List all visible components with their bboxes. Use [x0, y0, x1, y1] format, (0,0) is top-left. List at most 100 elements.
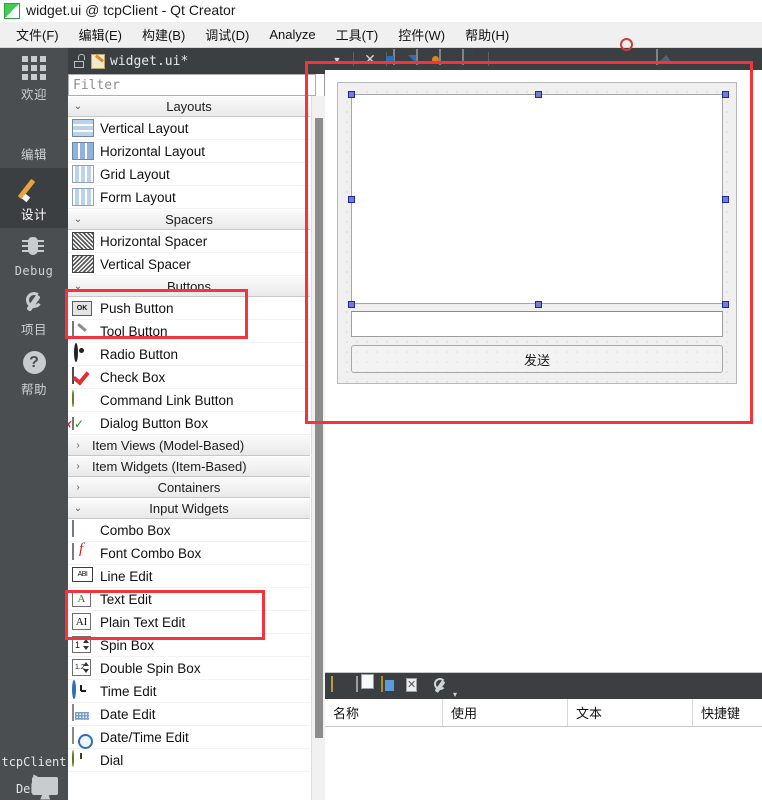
selection-handle-top-left[interactable]	[348, 91, 355, 98]
widget-item-dial[interactable]: Dial	[68, 749, 310, 772]
widget-item-date-time-edit[interactable]: Date/Time Edit	[68, 726, 310, 749]
edit-widgets-icon[interactable]	[393, 49, 413, 68]
form-send-button[interactable]: 发送	[351, 345, 723, 373]
adjust-size-icon[interactable]	[656, 49, 676, 68]
layout-grid-icon[interactable]	[610, 50, 630, 68]
sidebar-item-projects[interactable]: 项目	[0, 283, 68, 343]
widget-group-item-widgets[interactable]: › Item Widgets (Item-Based)	[68, 456, 310, 477]
selection-handle-top-center[interactable]	[535, 91, 542, 98]
widget-group-buttons[interactable]: ⌄ Buttons	[68, 276, 310, 297]
menu-tools[interactable]: 工具(T)	[326, 22, 389, 47]
widget-item-tool-button[interactable]: Tool Button	[68, 320, 310, 343]
menu-build[interactable]: 构建(B)	[132, 22, 195, 47]
menu-help[interactable]: 帮助(H)	[455, 22, 519, 47]
chevron-right-icon: ›	[76, 440, 80, 451]
widget-item-text-edit[interactable]: A Text Edit	[68, 588, 310, 611]
configure-icon[interactable]	[431, 677, 451, 695]
sidebar-label-debug: Debug	[14, 264, 54, 278]
widget-item-font-combo-box[interactable]: Font Combo Box	[68, 542, 310, 565]
layout-splitter-horizontal-icon[interactable]	[541, 50, 561, 68]
editor-tab-filename[interactable]: widget.ui*	[110, 54, 188, 69]
widget-item-check-box[interactable]: Check Box	[68, 366, 310, 389]
action-column-shortcut[interactable]: 快捷键	[693, 699, 762, 726]
selection-handle-bottom-right[interactable]	[722, 301, 729, 308]
selection-handle-bottom-left[interactable]	[348, 301, 355, 308]
chevron-down-icon[interactable]: ▾	[453, 690, 457, 699]
widget-group-item-views[interactable]: › Item Views (Model-Based)	[68, 435, 310, 456]
sidebar-item-edit[interactable]: 编辑	[0, 108, 68, 168]
widget-box-list[interactable]: ⌄ Layouts Vertical Layout Horizontal Lay…	[68, 96, 310, 800]
widget-item-push-button[interactable]: OK Push Button	[68, 297, 310, 320]
unlocked-icon[interactable]	[72, 54, 86, 68]
action-column-used[interactable]: 使用	[443, 699, 568, 726]
layout-splitter-vertical-icon[interactable]	[564, 50, 584, 68]
widget-filter-input[interactable]: Filter	[68, 74, 316, 96]
widget-item-line-edit[interactable]: ABI Line Edit	[68, 565, 310, 588]
form-line-edit[interactable]	[351, 311, 723, 337]
sidebar-item-welcome[interactable]: 欢迎	[0, 48, 68, 108]
edit-buddies-icon[interactable]	[439, 49, 459, 68]
menu-edit[interactable]: 编辑(E)	[69, 22, 132, 47]
horizontal-spacer-icon	[72, 232, 94, 250]
copy-icon[interactable]	[356, 676, 376, 695]
widget-item-command-link-button[interactable]: Command Link Button	[68, 389, 310, 412]
widget-box-scrollbar[interactable]	[311, 96, 325, 800]
scrollbar-thumb[interactable]	[315, 118, 323, 738]
widget-item-time-edit[interactable]: Time Edit	[68, 680, 310, 703]
new-action-icon[interactable]	[331, 676, 351, 695]
widget-group-layouts[interactable]: ⌄ Layouts	[68, 96, 310, 117]
selection-handle-middle-left[interactable]	[348, 196, 355, 203]
selection-handle-middle-right[interactable]	[722, 196, 729, 203]
widget-group-label: Item Widgets (Item-Based)	[92, 459, 247, 474]
widget-item-plain-text-edit[interactable]: AI Plain Text Edit	[68, 611, 310, 634]
widget-item-form-layout[interactable]: Form Layout	[68, 186, 310, 209]
widget-item-horizontal-spacer[interactable]: Horizontal Spacer	[68, 230, 310, 253]
menu-file[interactable]: 文件(F)	[6, 22, 69, 47]
widget-group-containers[interactable]: › Containers	[68, 477, 310, 498]
widget-item-dialog-button-box[interactable]: Dialog Button Box	[68, 412, 310, 435]
form-text-edit[interactable]	[351, 94, 723, 304]
action-column-name[interactable]: 名称	[325, 699, 443, 726]
menu-analyze[interactable]: Analyze	[259, 24, 325, 45]
form-widget[interactable]: 发送	[337, 82, 737, 384]
widget-item-radio-button[interactable]: Radio Button	[68, 343, 310, 366]
widget-item-grid-layout[interactable]: Grid Layout	[68, 163, 310, 186]
widget-item-label: Horizontal Spacer	[100, 233, 208, 249]
delete-icon[interactable]: ✕	[406, 677, 426, 695]
widget-group-spacers[interactable]: ⌄ Spacers	[68, 209, 310, 230]
widget-item-date-edit[interactable]: Date Edit	[68, 703, 310, 726]
sidebar-label-design: 设计	[20, 208, 47, 222]
widget-item-label: Time Edit	[100, 683, 157, 699]
layout-vertically-icon[interactable]	[518, 50, 538, 68]
action-column-text[interactable]: 文本	[568, 699, 693, 726]
form-design-canvas[interactable]: 发送	[325, 70, 762, 672]
action-editor-rows[interactable]	[325, 727, 762, 801]
widget-item-combo-box[interactable]: Combo Box	[68, 519, 310, 542]
ui-file-icon	[91, 53, 105, 69]
widget-item-vertical-spacer[interactable]: Vertical Spacer	[68, 253, 310, 276]
sidebar-item-design[interactable]: 设计	[0, 168, 68, 228]
break-layout-icon[interactable]	[633, 50, 653, 68]
sidebar-item-help[interactable]: ? 帮助	[0, 343, 68, 403]
sidebar-item-debug[interactable]: Debug	[0, 228, 68, 283]
time-edit-icon	[72, 680, 94, 700]
selection-handle-top-right[interactable]	[722, 91, 729, 98]
menu-widgets[interactable]: 控件(W)	[388, 22, 455, 47]
layout-horizontally-icon[interactable]	[495, 50, 515, 68]
edit-tab-order-icon[interactable]	[462, 49, 482, 68]
close-icon[interactable]: ✕	[360, 50, 380, 68]
widget-item-vertical-layout[interactable]: Vertical Layout	[68, 117, 310, 140]
widget-group-label: Spacers	[165, 212, 213, 227]
widget-item-horizontal-layout[interactable]: Horizontal Layout	[68, 140, 310, 163]
widget-item-spin-box[interactable]: 1 Spin Box	[68, 634, 310, 657]
widget-item-double-spin-box[interactable]: 1.2 Double Spin Box	[68, 657, 310, 680]
widget-item-label: Radio Button	[100, 346, 179, 362]
selection-handle-bottom-center[interactable]	[535, 301, 542, 308]
widget-group-input-widgets[interactable]: ⌄ Input Widgets	[68, 498, 310, 519]
layout-form-icon[interactable]	[587, 50, 607, 68]
kit-project-name: tcpClient	[1, 755, 67, 769]
paste-icon[interactable]	[381, 676, 401, 695]
kit-selector[interactable]: tcpClient ▸ Debug	[0, 753, 68, 800]
menu-debug[interactable]: 调试(D)	[195, 22, 259, 47]
chevron-down-icon[interactable]: ▼	[327, 50, 347, 68]
